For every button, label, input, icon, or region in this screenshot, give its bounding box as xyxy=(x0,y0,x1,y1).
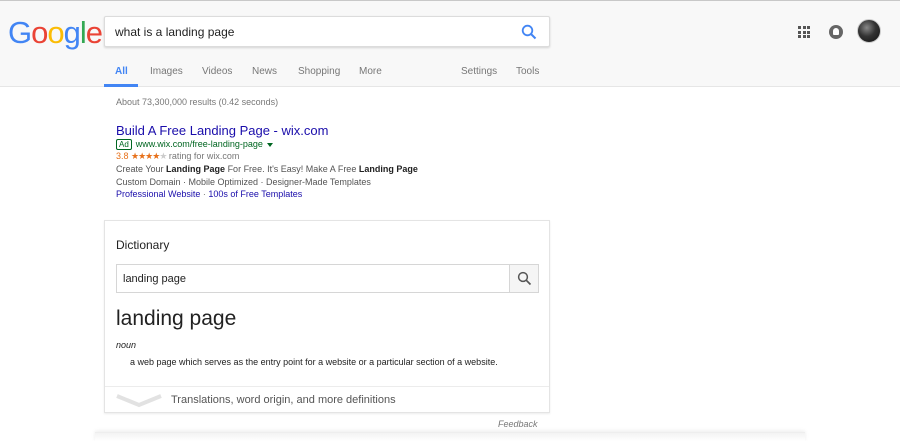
sitelink-free-templates[interactable]: 100s of Free Templates xyxy=(208,189,302,199)
dictionary-search xyxy=(116,264,539,293)
dictionary-search-button[interactable] xyxy=(509,265,538,292)
dictionary-input[interactable] xyxy=(123,265,503,292)
tab-news[interactable]: News xyxy=(252,66,277,77)
search-input[interactable] xyxy=(115,17,505,46)
logo-letter: o xyxy=(31,15,48,50)
ad-description-line-2: Custom Domain · Mobile Optimized · Desig… xyxy=(116,177,371,187)
logo-letter: e xyxy=(85,15,103,50)
search-icon[interactable] xyxy=(521,24,537,40)
logo-letter: g xyxy=(63,15,81,50)
ad-badge: Ad xyxy=(116,139,132,150)
notifications-icon[interactable] xyxy=(829,25,843,39)
more-definitions-label: Translations, word origin, and more defi… xyxy=(171,394,396,406)
search-icon xyxy=(517,271,532,286)
tab-images[interactable]: Images xyxy=(150,66,183,77)
logo-letter: o xyxy=(47,15,64,50)
account-avatar[interactable] xyxy=(857,19,881,43)
tab-videos[interactable]: Videos xyxy=(202,66,232,77)
dictionary-label: Dictionary xyxy=(116,238,170,252)
ad-description-line-1: Create Your Landing Page For Free. It's … xyxy=(116,164,418,174)
rating-star-empty-icon: ★ xyxy=(159,151,167,161)
header: Google All Images Videos News Shopping M… xyxy=(0,1,900,87)
logo-letter: G xyxy=(8,15,32,50)
ad-url-row: Ad www.wix.com/free-landing-page xyxy=(116,139,273,150)
tab-tools[interactable]: Tools xyxy=(516,66,539,77)
ad-options-caret-icon[interactable] xyxy=(266,142,273,147)
rating-stars-icon: ★★★★ xyxy=(131,151,160,161)
tab-shopping[interactable]: Shopping xyxy=(298,66,340,77)
tab-more[interactable]: More xyxy=(359,66,382,77)
chevron-down-icon xyxy=(116,394,162,408)
apps-grid-icon[interactable] xyxy=(798,26,810,38)
ad-url[interactable]: www.wix.com/free-landing-page xyxy=(136,139,263,149)
dictionary-card: Dictionary landing page noun a web page … xyxy=(104,220,550,413)
ad-rating: 3.8 ★★★★★ rating for wix.com xyxy=(116,151,239,162)
rating-value: 3.8 xyxy=(116,151,129,161)
active-tab-indicator xyxy=(104,84,138,87)
dictionary-headword: landing page xyxy=(116,307,237,330)
part-of-speech: noun xyxy=(116,340,137,350)
rating-text: rating for wix.com xyxy=(168,151,240,161)
definition: a web page which serves as the entry poi… xyxy=(130,357,498,367)
result-stats: About 73,300,000 results (0.42 seconds) xyxy=(116,97,279,107)
more-definitions-button[interactable]: Translations, word origin, and more defi… xyxy=(105,387,549,413)
search-box[interactable] xyxy=(104,16,550,47)
tab-settings[interactable]: Settings xyxy=(461,66,497,77)
tab-all[interactable]: All xyxy=(115,66,128,77)
feedback-link[interactable]: Feedback xyxy=(498,419,538,429)
sitelink-professional-website[interactable]: Professional Website xyxy=(116,189,200,199)
ad-title-link[interactable]: Build A Free Landing Page - wix.com xyxy=(116,123,328,138)
google-logo[interactable]: Google xyxy=(8,15,103,51)
next-card-edge xyxy=(95,432,805,441)
ad-sitelinks: Professional Website · 100s of Free Temp… xyxy=(116,189,303,199)
